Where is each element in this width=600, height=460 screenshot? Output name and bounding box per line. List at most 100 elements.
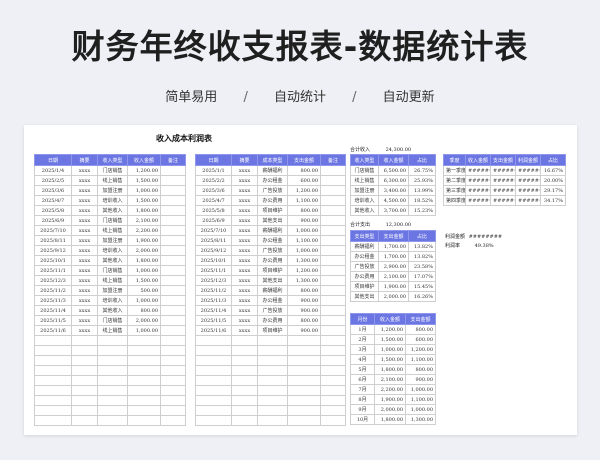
table-cell xyxy=(127,415,161,426)
table-cell: 薪酬福利 xyxy=(350,241,379,252)
table-cell: ######## xyxy=(490,185,516,196)
table-cell: 2025/5/8 xyxy=(195,205,232,216)
empty-row xyxy=(195,335,346,346)
column-header: 收入金额 xyxy=(378,154,409,166)
table-cell: 办公租金 xyxy=(257,295,288,306)
table-cell: 广告投放 xyxy=(257,305,288,316)
column-header: 日期 xyxy=(34,154,72,166)
table-cell xyxy=(320,265,346,276)
table-cell: 2025/11/3 xyxy=(195,295,232,306)
income-row: 2025/11/4 xxxx 其他收入 800.00 xyxy=(34,305,186,316)
expense-row: 2025/6/9 xxxx 其他支出 900.00 xyxy=(195,215,346,226)
table-cell xyxy=(71,385,98,396)
table-cell: 线上销售 xyxy=(97,225,128,236)
table-cell xyxy=(160,185,186,196)
table-cell: 9月 xyxy=(350,404,375,415)
table-cell: 线上销售 xyxy=(350,175,379,186)
empty-row xyxy=(34,365,186,376)
table-cell: 办公费用 xyxy=(257,255,288,266)
table-cell xyxy=(97,415,128,426)
table-cell xyxy=(34,415,72,426)
table-cell: 2025/2/5 xyxy=(34,175,72,186)
quarter-row: 第四季度########################34.17% xyxy=(443,195,566,206)
table-cell: 1,200.00 xyxy=(405,344,436,355)
table-cell xyxy=(34,375,72,386)
table-cell xyxy=(320,415,346,426)
empty-row xyxy=(195,365,346,376)
table-cell: 2025/10/1 xyxy=(34,255,72,266)
expense-row: 2025/11/4 xxxx 广告投放 900.00 xyxy=(195,305,346,316)
table-cell: ######## xyxy=(515,185,541,196)
expense-row: 2025/11/1 xxxx 项目维护 1,200.00 xyxy=(195,265,346,276)
table-cell xyxy=(320,205,346,216)
table-cell xyxy=(34,355,72,366)
column-header: 支出金额 xyxy=(287,154,321,166)
table-cell: 900.00 xyxy=(287,295,321,306)
empty-row xyxy=(195,405,346,416)
table-cell xyxy=(320,385,346,396)
table-cell: 600.00 xyxy=(405,334,436,345)
income-type-table-header: 收入类型 收入金额 占比 xyxy=(350,154,436,166)
table-cell xyxy=(195,405,232,416)
table-cell: 2025/6/9 xyxy=(195,215,232,226)
table-cell: xxxx xyxy=(231,165,258,176)
month-row: 7月 2,200.00 1,000.00 xyxy=(350,384,436,395)
table-cell xyxy=(257,335,288,346)
table-cell: 800.00 xyxy=(287,315,321,326)
table-cell: 2025/11/2 xyxy=(195,285,232,296)
table-cell: 办公费用 xyxy=(257,195,288,206)
table-cell: 8月 xyxy=(350,394,375,405)
table-cell xyxy=(160,175,186,186)
profit-amount-label: 利润金额 xyxy=(445,234,466,240)
empty-row xyxy=(34,395,186,406)
table-cell: 1,900.00 xyxy=(378,281,409,292)
table-cell: 线上销售 xyxy=(97,175,128,186)
table-cell: 1,000.00 xyxy=(127,265,161,276)
table-cell: 2025/4/7 xyxy=(195,195,232,206)
table-cell: 13.99% xyxy=(408,185,436,196)
table-cell: 门店销售 xyxy=(350,165,379,176)
table-cell xyxy=(195,345,232,356)
table-cell: 1,500.00 xyxy=(374,354,406,365)
quarter-table-header: 季度 收入金额 支出金额 利润金额 占比 xyxy=(443,154,566,166)
table-cell: 其他收入 xyxy=(97,305,128,316)
table-cell: xxxx xyxy=(71,185,98,196)
table-cell: 1,100.00 xyxy=(287,235,321,246)
table-cell xyxy=(195,415,232,426)
table-cell: xxxx xyxy=(231,225,258,236)
empty-row xyxy=(34,415,186,426)
table-cell: 2月 xyxy=(350,334,375,345)
table-cell: 2025/5/8 xyxy=(34,205,72,216)
table-cell: 2025/11/1 xyxy=(34,265,72,276)
table-cell xyxy=(160,305,186,316)
table-cell xyxy=(231,335,258,346)
table-cell xyxy=(160,285,186,296)
table-cell: 门店销售 xyxy=(97,215,128,226)
table-cell xyxy=(320,305,346,316)
table-cell xyxy=(320,195,346,206)
table-cell: xxxx xyxy=(71,305,98,316)
table-cell: 薪酬福利 xyxy=(257,285,288,296)
table-cell xyxy=(287,365,321,376)
table-cell: 其他支出 xyxy=(350,291,379,302)
table-cell: 薪酬福利 xyxy=(257,225,288,236)
table-cell xyxy=(231,365,258,376)
column-header: 季度 xyxy=(443,154,466,166)
table-cell: 2,200.00 xyxy=(127,225,161,236)
table-cell xyxy=(287,375,321,386)
table-cell: xxxx xyxy=(231,205,258,216)
table-cell xyxy=(97,385,128,396)
table-cell: 1,300.00 xyxy=(287,275,321,286)
month-row: 3月 1,000.00 1,200.00 xyxy=(350,344,436,355)
table-cell: 800.00 xyxy=(287,285,321,296)
table-cell: 2,000.00 xyxy=(127,315,161,326)
income-row: 2025/7/10 xxxx 线上销售 2,200.00 xyxy=(34,225,186,236)
table-cell: 2025/6/9 xyxy=(34,215,72,226)
table-cell xyxy=(160,225,186,236)
table-cell xyxy=(287,395,321,406)
table-cell xyxy=(231,375,258,386)
profit-rate-summary: 利润率 49.38% xyxy=(445,242,494,249)
table-cell: 15.45% xyxy=(408,281,436,292)
table-cell: xxxx xyxy=(231,175,258,186)
table-cell: 1,300.00 xyxy=(287,255,321,266)
